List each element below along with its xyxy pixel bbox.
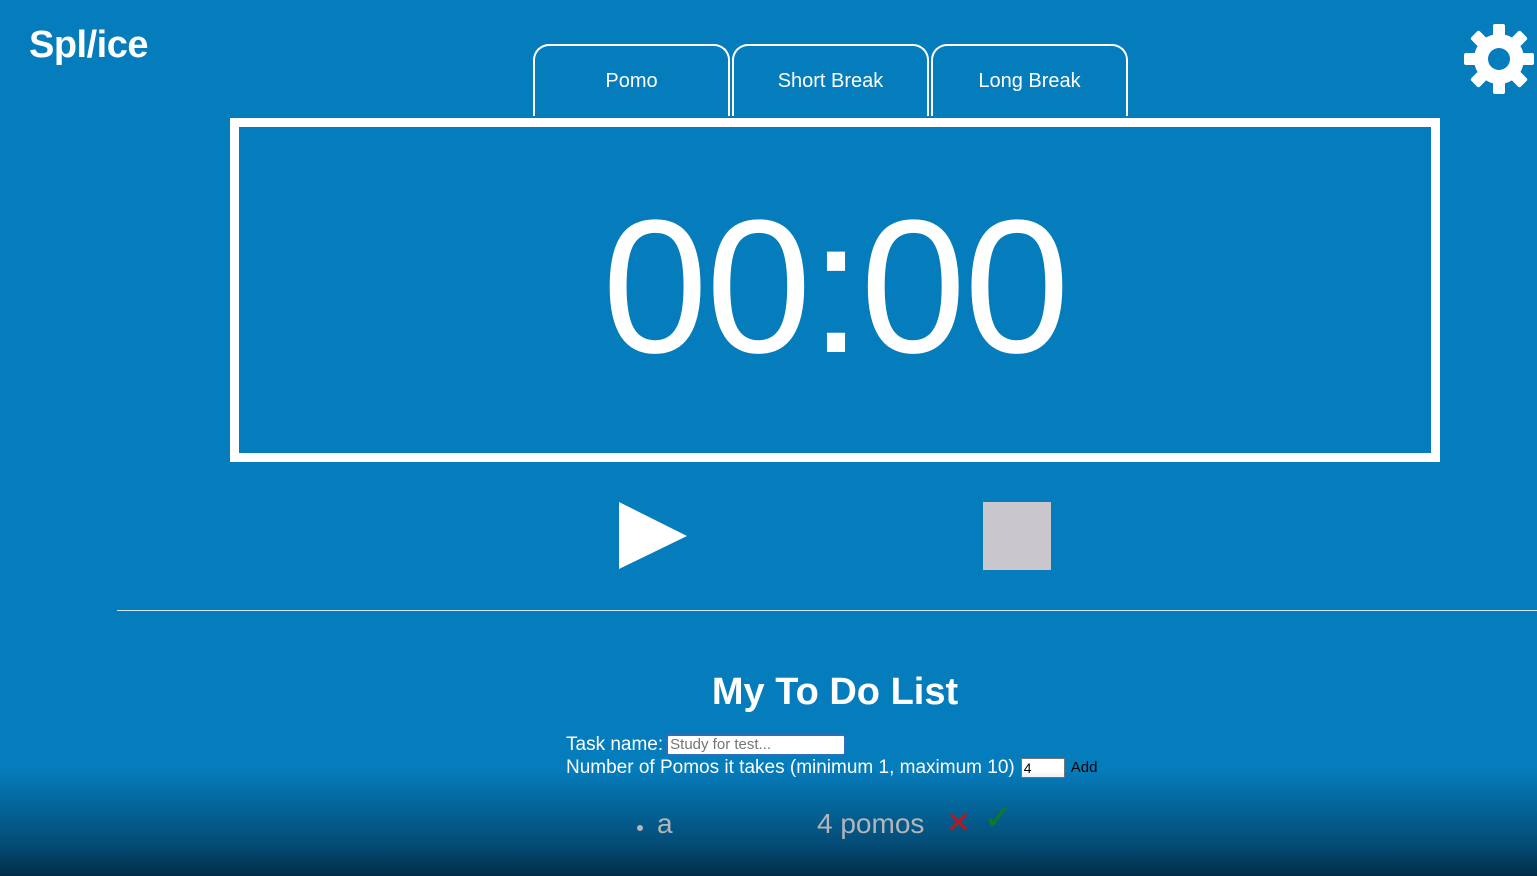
task-item-name: a [657,808,673,839]
tab-short-break[interactable]: Short Break [732,44,929,116]
gear-icon [1464,24,1534,94]
todo-list-title: My To Do List [711,671,959,713]
task-item-pomos: 4 pomos [817,808,925,839]
task-name-label: Task name: [566,733,664,755]
pomo-count-row: Number of Pomos it takes (minimum 1, max… [566,756,1097,779]
complete-task-icon[interactable]: ✓ [984,801,1013,835]
timer-display: 00:00 [602,181,1069,393]
task-name-row: Task name: [566,733,1097,756]
section-divider [117,610,1537,611]
timer-display-box: 00:00 [230,118,1440,462]
bullet-icon [637,825,643,831]
play-button[interactable] [619,502,689,570]
add-task-button[interactable]: Add [1071,759,1098,776]
page: Spl/ice Pomo Short Break Long Break 00:0… [0,0,1537,876]
stop-button[interactable] [983,502,1051,570]
app-logo: Spl/ice [29,24,149,66]
settings-button[interactable] [1462,22,1536,96]
add-task-form: Task name: Number of Pomos it takes (min… [566,733,1097,779]
list-item: a 4 pomos ✕ ✓ [0,801,1537,845]
task-name-input[interactable] [666,733,847,756]
timer-mode-tabs: Pomo Short Break Long Break [533,44,1128,116]
pomo-count-label: Number of Pomos it takes (minimum 1, max… [566,756,1015,778]
play-icon [619,502,687,569]
tab-pomo[interactable]: Pomo [533,44,730,116]
delete-task-icon[interactable]: ✕ [946,809,971,839]
tab-long-break[interactable]: Long Break [931,44,1128,116]
pomo-count-input[interactable] [1020,757,1065,778]
